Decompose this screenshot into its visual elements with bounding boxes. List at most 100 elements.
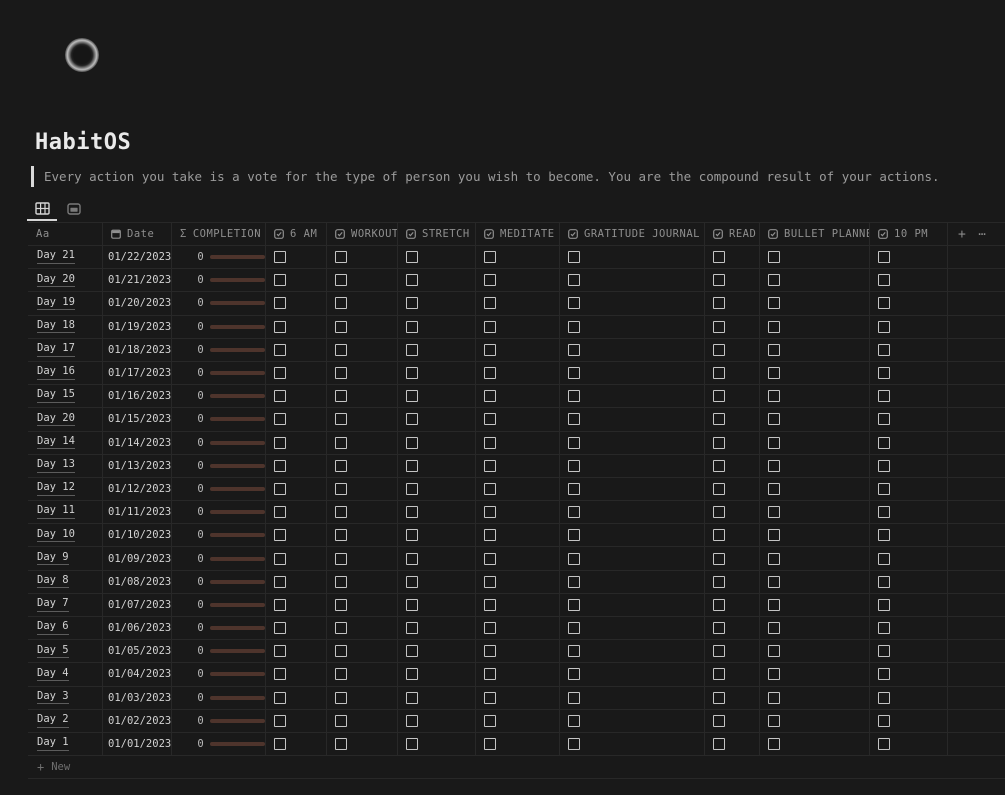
row-date-cell[interactable]: 01/21/2023 <box>103 269 172 293</box>
column-header-workout[interactable]: WORKOUT <box>327 223 398 246</box>
row-date-cell[interactable]: 01/14/2023 <box>103 431 172 455</box>
habit-checkbox[interactable] <box>713 506 725 519</box>
habit-checkbox[interactable] <box>335 645 347 658</box>
habit-checkbox[interactable] <box>335 506 347 519</box>
habit-checkbox[interactable] <box>568 320 580 333</box>
habit-checkbox[interactable] <box>768 390 780 403</box>
habit-checkbox[interactable] <box>484 645 496 658</box>
habit-checkbox[interactable] <box>713 436 725 449</box>
habit-checkbox[interactable] <box>274 598 286 611</box>
habit-checkbox[interactable] <box>484 274 496 287</box>
habit-checkbox[interactable] <box>568 598 580 611</box>
habit-checkbox[interactable] <box>335 714 347 727</box>
row-name-cell[interactable]: Day 15 <box>28 385 103 409</box>
new-row-button[interactable]: + New <box>28 756 1005 780</box>
row-date-cell[interactable]: 01/04/2023 <box>103 663 172 687</box>
habit-checkbox[interactable] <box>335 343 347 356</box>
habit-checkbox[interactable] <box>274 320 286 333</box>
habit-checkbox[interactable] <box>484 714 496 727</box>
column-header-bullet-planner[interactable]: BULLET PLANNER <box>760 223 870 246</box>
habit-checkbox[interactable] <box>713 668 725 681</box>
row-name-cell[interactable]: Day 2 <box>28 709 103 733</box>
habit-checkbox[interactable] <box>484 691 496 704</box>
column-header-date[interactable]: Date <box>103 223 172 246</box>
habit-checkbox[interactable] <box>406 320 418 333</box>
row-date-cell[interactable]: 01/06/2023 <box>103 617 172 641</box>
habit-checkbox[interactable] <box>484 598 496 611</box>
habit-checkbox[interactable] <box>878 714 890 727</box>
habit-checkbox[interactable] <box>878 436 890 449</box>
habit-checkbox[interactable] <box>406 691 418 704</box>
row-name-cell[interactable]: Day 16 <box>28 361 103 386</box>
row-date-cell[interactable]: 01/19/2023 <box>103 315 172 339</box>
habit-checkbox[interactable] <box>484 459 496 472</box>
habit-checkbox[interactable] <box>335 691 347 704</box>
habit-checkbox[interactable] <box>274 668 286 681</box>
habit-checkbox[interactable] <box>335 459 347 472</box>
habit-checkbox[interactable] <box>274 529 286 542</box>
row-date-cell[interactable]: 01/17/2023 <box>103 361 172 386</box>
habit-checkbox[interactable] <box>484 390 496 403</box>
habit-checkbox[interactable] <box>568 274 580 287</box>
habit-checkbox[interactable] <box>274 691 286 704</box>
habit-checkbox[interactable] <box>878 297 890 310</box>
habit-checkbox[interactable] <box>484 482 496 495</box>
habit-checkbox[interactable] <box>713 390 725 403</box>
habit-checkbox[interactable] <box>768 691 780 704</box>
column-header-meditate[interactable]: MEDITATE <box>476 223 560 246</box>
habit-checkbox[interactable] <box>878 459 890 472</box>
habit-checkbox[interactable] <box>768 529 780 542</box>
habit-checkbox[interactable] <box>878 320 890 333</box>
habit-checkbox[interactable] <box>406 552 418 565</box>
habit-checkbox[interactable] <box>568 436 580 449</box>
habit-checkbox[interactable] <box>568 343 580 356</box>
row-name-cell[interactable]: Day 4 <box>28 663 103 687</box>
habit-checkbox[interactable] <box>274 482 286 495</box>
habit-checkbox[interactable] <box>768 645 780 658</box>
row-date-cell[interactable]: 01/10/2023 <box>103 524 172 548</box>
habit-checkbox[interactable] <box>568 645 580 658</box>
habit-checkbox[interactable] <box>568 738 580 751</box>
habit-checkbox[interactable] <box>568 529 580 542</box>
habit-checkbox[interactable] <box>274 575 286 588</box>
habit-checkbox[interactable] <box>878 552 890 565</box>
row-name-cell[interactable]: Day 18 <box>28 315 103 339</box>
habit-checkbox[interactable] <box>274 714 286 727</box>
row-name-cell[interactable]: Day 20 <box>28 269 103 293</box>
habit-checkbox[interactable] <box>335 274 347 287</box>
habit-checkbox[interactable] <box>768 320 780 333</box>
habit-checkbox[interactable] <box>713 529 725 542</box>
row-name-cell[interactable]: Day 19 <box>28 292 103 316</box>
row-date-cell[interactable]: 01/20/2023 <box>103 292 172 316</box>
quote-text[interactable]: Every action you take is a vote for the … <box>44 169 940 184</box>
habit-checkbox[interactable] <box>406 714 418 727</box>
row-name-cell[interactable]: Day 21 <box>28 246 103 270</box>
habit-checkbox[interactable] <box>406 274 418 287</box>
row-name-cell[interactable]: Day 7 <box>28 593 103 617</box>
row-date-cell[interactable]: 01/07/2023 <box>103 593 172 617</box>
row-name-cell[interactable]: Day 13 <box>28 454 103 478</box>
habit-checkbox[interactable] <box>768 297 780 310</box>
habit-checkbox[interactable] <box>713 367 725 380</box>
habit-checkbox[interactable] <box>878 529 890 542</box>
habit-checkbox[interactable] <box>713 738 725 751</box>
habit-checkbox[interactable] <box>406 459 418 472</box>
row-date-cell[interactable]: 01/11/2023 <box>103 501 172 525</box>
habit-checkbox[interactable] <box>274 251 286 264</box>
habit-checkbox[interactable] <box>406 343 418 356</box>
habit-checkbox[interactable] <box>406 436 418 449</box>
habit-checkbox[interactable] <box>274 459 286 472</box>
habit-checkbox[interactable] <box>768 459 780 472</box>
habit-checkbox[interactable] <box>713 575 725 588</box>
habit-checkbox[interactable] <box>568 506 580 519</box>
column-header-gratitude-journal[interactable]: GRATITUDE JOURNAL <box>560 223 705 246</box>
habit-checkbox[interactable] <box>768 738 780 751</box>
habit-checkbox[interactable] <box>768 714 780 727</box>
habit-checkbox[interactable] <box>274 297 286 310</box>
add-column-button[interactable]: + <box>958 227 966 242</box>
habit-checkbox[interactable] <box>335 320 347 333</box>
habit-checkbox[interactable] <box>335 390 347 403</box>
habit-checkbox[interactable] <box>335 668 347 681</box>
habit-checkbox[interactable] <box>568 297 580 310</box>
table-options-button[interactable]: ⋯ <box>978 227 986 241</box>
